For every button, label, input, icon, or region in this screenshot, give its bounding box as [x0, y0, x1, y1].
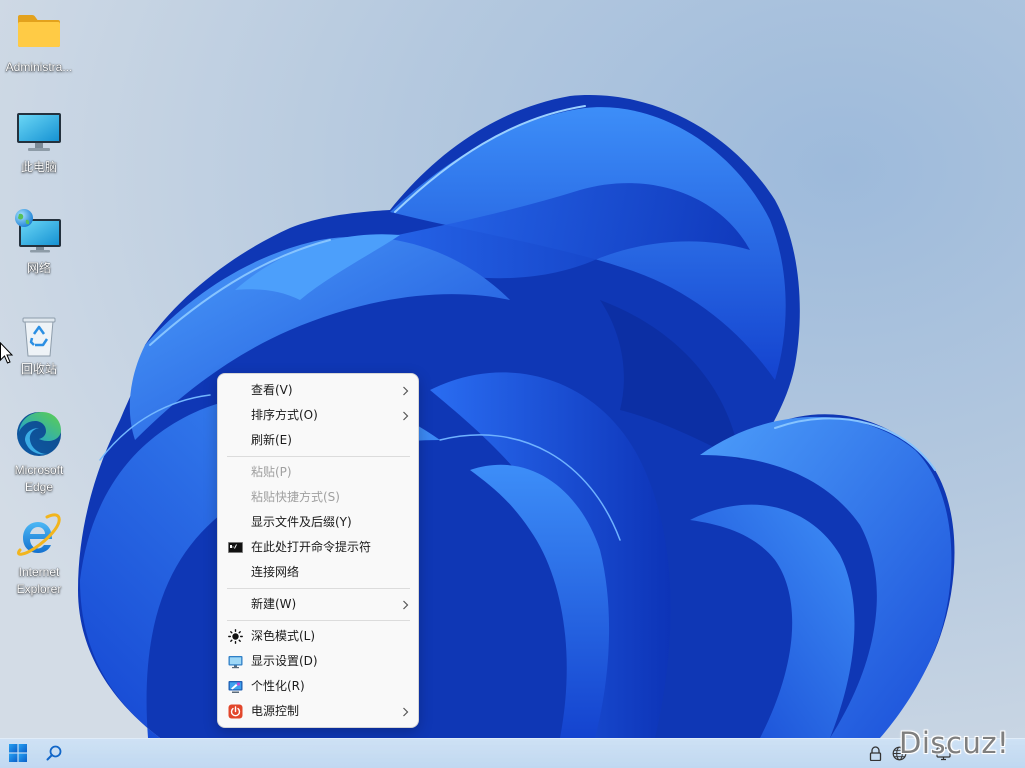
menu-item-label: 电源控制: [251, 704, 300, 718]
menu-item-personalize[interactable]: 个性化(R): [218, 674, 418, 699]
chevron-right-icon: [403, 600, 409, 610]
desktop-icon-label: 网络: [26, 261, 51, 275]
menu-item-label: 粘贴快捷方式(S): [251, 490, 340, 504]
desktop-icon-microsoft-edge[interactable]: Microsoft Edge: [0, 412, 78, 510]
menu-item-label: 排序方式(O): [251, 408, 318, 422]
menu-item-power-control[interactable]: 电源控制: [218, 699, 418, 724]
chevron-right-icon: [403, 411, 409, 421]
start-button[interactable]: [6, 741, 30, 765]
chevron-right-icon: [403, 707, 409, 717]
menu-item-show-file-extensions[interactable]: 显示文件及后缀(Y): [218, 510, 418, 535]
discuz-watermark: Discuz!: [899, 726, 1010, 760]
desktop-icon-label: Internet Explorer: [16, 565, 62, 596]
menu-item-paste-shortcut: 粘贴快捷方式(S): [218, 485, 418, 510]
desktop-icon-administrator[interactable]: Administra...: [0, 10, 78, 108]
menu-item-label: 粘贴(P): [251, 465, 292, 479]
menu-item-refresh[interactable]: 刷新(E): [218, 428, 418, 453]
folder-icon: [18, 15, 60, 47]
menu-item-new[interactable]: 新建(W): [218, 592, 418, 617]
sun-icon: [228, 629, 243, 644]
desktop-icon-label: 此电脑: [20, 160, 57, 174]
menu-item-connect-network[interactable]: 连接网络: [218, 560, 418, 585]
internet-explorer-icon: [17, 513, 61, 556]
menu-item-label: 连接网络: [251, 565, 300, 579]
menu-separator: [227, 585, 410, 592]
edge-icon: [17, 412, 61, 456]
menu-item-sort-by[interactable]: 排序方式(O): [218, 403, 418, 428]
menu-item-label: 刷新(E): [251, 433, 292, 447]
desktop-icon-internet-explorer[interactable]: Internet Explorer: [0, 513, 78, 612]
network-icon: [15, 209, 61, 253]
menu-item-label: 显示设置(D): [251, 654, 318, 668]
windows-start-icon: [9, 744, 27, 762]
desktop-icon-this-pc[interactable]: 此电脑: [0, 110, 78, 208]
menu-item-label: 深色模式(L): [251, 629, 316, 643]
desktop-icon-label: Microsoft Edge: [14, 463, 64, 494]
desktop-icon-label: Administra...: [5, 60, 73, 74]
menu-item-paste: 粘贴(P): [218, 460, 418, 485]
taskbar: [0, 738, 1025, 768]
arrow-cursor-icon: [0, 342, 14, 364]
tray-lock-icon[interactable]: [868, 746, 883, 761]
wallpaper: [78, 95, 955, 738]
power-icon: [228, 704, 243, 719]
menu-item-display-settings[interactable]: 显示设置(D): [218, 649, 418, 674]
menu-item-label: 个性化(R): [251, 679, 305, 693]
menu-item-label: 新建(W): [251, 597, 297, 611]
menu-item-label: 显示文件及后缀(Y): [251, 515, 352, 529]
desktop-icon-network[interactable]: 网络: [0, 209, 78, 309]
menu-item-label: 在此处打开命令提示符: [251, 540, 372, 554]
search-button[interactable]: [42, 741, 66, 765]
command-prompt-icon: [228, 542, 243, 553]
menu-separator: [227, 453, 410, 460]
personalize-icon: [228, 681, 243, 693]
menu-item-open-command-prompt[interactable]: 在此处打开命令提示符: [218, 535, 418, 560]
menu-item-dark-mode[interactable]: 深色模式(L): [218, 624, 418, 649]
wallpaper-bloom: [78, 95, 955, 738]
this-pc-icon: [17, 113, 61, 151]
recycle-bin-icon: [22, 317, 56, 357]
display-settings-icon: [228, 656, 243, 669]
search-icon: [46, 745, 62, 761]
chevron-right-icon: [403, 386, 409, 396]
menu-item-view[interactable]: 查看(V): [218, 378, 418, 403]
menu-separator: [227, 617, 410, 624]
desktop-context-menu: 查看(V) 排序方式(O) 刷新(E) 粘贴(P) 粘贴快捷方式(S) 显示文件…: [217, 373, 419, 728]
menu-item-label: 查看(V): [251, 383, 293, 397]
